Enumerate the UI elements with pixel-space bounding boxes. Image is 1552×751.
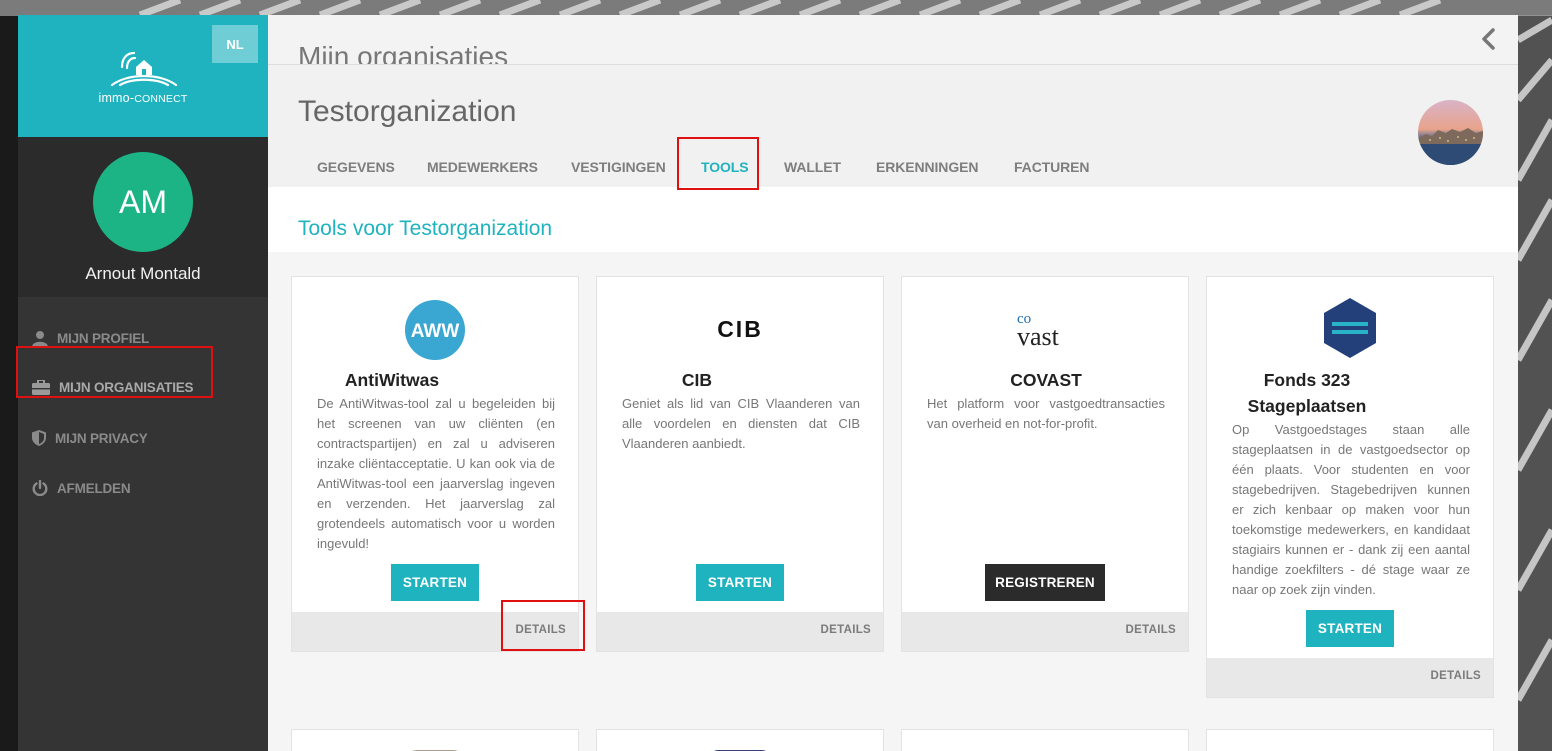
tool-title: COVAST [902, 367, 1188, 393]
sidebar-item-mijn-profiel[interactable]: MIJN PROFIEL [32, 325, 149, 351]
tool-card-covast: co vast COVAST Het platform voor vastgoe… [901, 276, 1189, 652]
chevron-left-icon[interactable] [1478, 27, 1500, 51]
tool-title-text: COVAST [1010, 370, 1082, 390]
organization-avatar [1418, 100, 1483, 165]
register-button[interactable]: REGISTREREN [985, 564, 1105, 601]
covast-logo-icon: co vast [1017, 311, 1060, 349]
details-link[interactable]: DETAILS [821, 624, 871, 636]
hexagon-logo-icon [1324, 298, 1376, 358]
tool-title-line2: Stageplaatsen [1247, 396, 1367, 416]
aww-logo-icon: AWW [405, 300, 465, 360]
user-icon [32, 330, 48, 347]
antiwitwas-logo: AWW [292, 299, 578, 361]
sidebar-item-label: MIJN ORGANISATIES [59, 379, 194, 395]
section-title: Mijn organisaties [298, 41, 509, 65]
logo-area: immo-CONNECT NL [18, 15, 268, 137]
tool-title-line1: Fonds 323 [1263, 370, 1351, 390]
app-window: immo-CONNECT NL AM Arnout Montald MIJN P… [18, 15, 1518, 751]
card-footer: DETAILS [1207, 658, 1493, 697]
details-link[interactable]: DETAILS [1431, 670, 1481, 682]
tool-title: AntiWitwas [344, 370, 440, 390]
card-footer: DETAILS [597, 612, 883, 651]
logo-text-sub: CONNECT [134, 93, 188, 105]
tool-description: Het platform voor vastgoedtransacties va… [927, 396, 1165, 431]
tool-title: Fonds 323 Stageplaatsen [1207, 367, 1407, 419]
immo-connect-logo[interactable] [108, 45, 180, 89]
section-header: Mijn organisaties [268, 15, 1518, 65]
cib-logo-icon: CIB [717, 317, 763, 341]
tab-gegevens[interactable]: GEGEVENS [317, 159, 395, 175]
tool-card-fonds-323: Fonds 323 Stageplaatsen Op Vastgoedstage… [1206, 276, 1494, 698]
briefcase-icon [32, 379, 50, 395]
tab-medewerkers[interactable]: MEDEWERKERS [427, 159, 538, 175]
tool-card-antiwitwas: AWW AntiWitwas De AntiWitwas-tool zal u … [291, 276, 579, 652]
card-footer: DETAILS [292, 612, 578, 651]
details-link[interactable]: DETAILS [516, 624, 566, 636]
details-link[interactable]: DETAILS [1126, 624, 1176, 636]
language-switch[interactable]: NL [212, 25, 258, 63]
start-button[interactable]: STARTEN [391, 564, 479, 601]
cib-logo-text: CIB [717, 317, 763, 341]
tool-card-row2-4 [1206, 729, 1494, 751]
tool-description: Op Vastgoedstages staan alle stageplaats… [1232, 422, 1470, 597]
logo-text: immo-CONNECT [18, 91, 268, 105]
tools-grid: AWW AntiWitwas De AntiWitwas-tool zal u … [268, 252, 1518, 751]
tab-facturen[interactable]: FACTUREN [1014, 159, 1090, 175]
tab-erkenningen[interactable]: ERKENNINGEN [876, 159, 978, 175]
organization-name: Testorganization [298, 95, 517, 128]
power-icon [32, 480, 48, 496]
covast-logo: co vast [902, 309, 1188, 349]
start-button[interactable]: STARTEN [696, 564, 784, 601]
start-button[interactable]: STARTEN [1306, 610, 1394, 647]
sidebar-item-mijn-privacy[interactable]: MIJN PRIVACY [32, 425, 148, 451]
tool-card-cib: CIB CIB Geniet als lid van CIB Vlaandere… [596, 276, 884, 652]
sidebar-nav: MIJN PROFIEL MIJN ORGANISATIES MIJN PRIV… [18, 297, 268, 751]
sidebar: immo-CONNECT NL AM Arnout Montald MIJN P… [18, 15, 268, 751]
sidebar-item-mijn-organisaties[interactable]: MIJN ORGANISATIES [32, 374, 194, 400]
sidebar-item-label: AFMELDEN [57, 480, 131, 496]
sidebar-item-label: MIJN PRIVACY [55, 430, 148, 446]
user-name: Arnout Montald [85, 264, 201, 283]
tools-heading: Tools voor Testorganization [298, 217, 553, 240]
tab-tools[interactable]: TOOLS [701, 159, 749, 175]
organization-header: Testorganization GEGEVENS MEDEWERKERS VE… [268, 65, 1518, 187]
cib-logo: CIB [597, 317, 883, 341]
fonds-323-logo [1207, 297, 1493, 359]
sidebar-item-afmelden[interactable]: AFMELDEN [32, 475, 131, 501]
tool-card-row2-2 [596, 729, 884, 751]
shield-icon [32, 430, 46, 446]
sidebar-item-label: MIJN PROFIEL [57, 330, 150, 346]
tool-card-row2-3: my [901, 729, 1189, 751]
tool-title: CIB [681, 370, 713, 390]
tab-wallet[interactable]: WALLET [784, 159, 841, 175]
user-avatar[interactable]: AM [93, 152, 193, 252]
card-footer: DETAILS [902, 612, 1188, 651]
covast-logo-text-bottom: vast [1017, 322, 1060, 349]
aww-logo-text: AWW [411, 321, 460, 342]
tool-description: De AntiWitwas-tool zal u begeleiden bij … [317, 396, 555, 551]
main-content: Mijn organisaties Testorganization GEGEV… [268, 15, 1518, 751]
tab-vestigingen[interactable]: VESTIGINGEN [571, 159, 666, 175]
tool-description: Geniet als lid van CIB Vlaanderen van al… [622, 396, 860, 451]
tool-card-row2-1 [291, 729, 579, 751]
logo-text-main: immo- [98, 91, 135, 105]
